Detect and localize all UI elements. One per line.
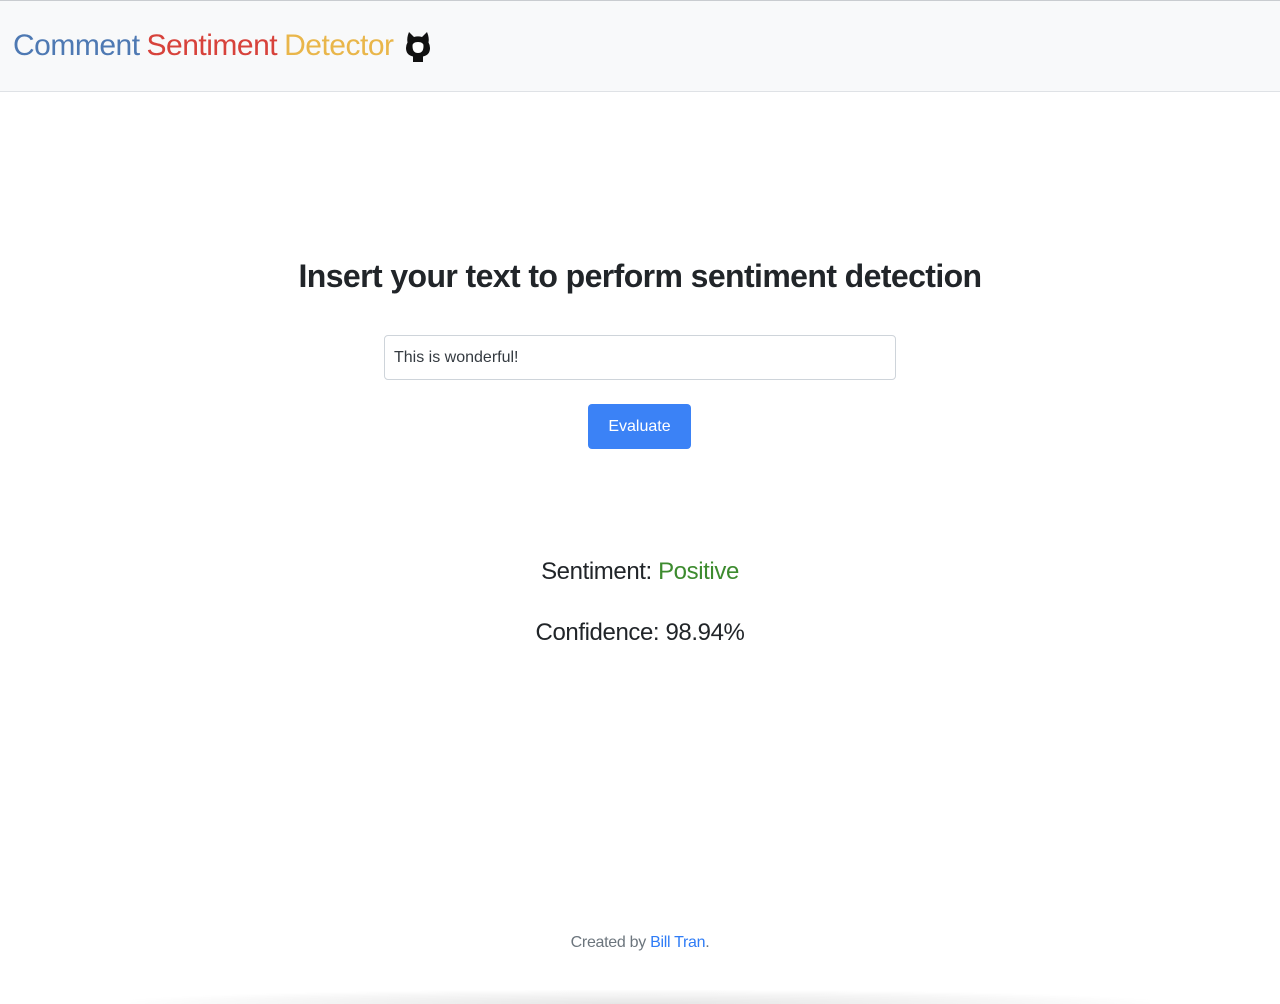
footer: Created by Bill Tran. xyxy=(0,934,1280,952)
github-link[interactable] xyxy=(405,28,431,64)
bottom-shadow xyxy=(130,990,1150,1004)
sentiment-text-input[interactable] xyxy=(384,335,896,380)
footer-suffix: . xyxy=(705,934,710,951)
sentiment-label: Sentiment: xyxy=(541,558,659,585)
sentiment-result: Sentiment: Positive xyxy=(0,558,1280,586)
evaluate-button[interactable]: Evaluate xyxy=(588,404,691,449)
brand-word-comment: Comment xyxy=(13,29,140,62)
sentiment-value: Positive xyxy=(658,558,739,585)
confidence-label: Confidence: xyxy=(535,619,666,646)
confidence-result: Confidence: 98.94% xyxy=(0,619,1280,647)
navbar: Comment Sentiment Detector xyxy=(0,0,1280,92)
footer-prefix: Created by xyxy=(570,934,651,951)
author-link[interactable]: Bill Tran xyxy=(650,934,705,951)
brand-link[interactable]: Comment Sentiment Detector xyxy=(13,29,394,63)
brand-word-detector: Detector xyxy=(284,29,394,62)
confidence-value: 98.94% xyxy=(665,619,745,646)
page-title: Insert your text to perform sentiment de… xyxy=(298,258,982,294)
brand-word-sentiment: Sentiment xyxy=(146,29,278,62)
github-icon xyxy=(405,32,430,62)
page: Comment Sentiment Detector Insert your t… xyxy=(0,0,1280,1004)
